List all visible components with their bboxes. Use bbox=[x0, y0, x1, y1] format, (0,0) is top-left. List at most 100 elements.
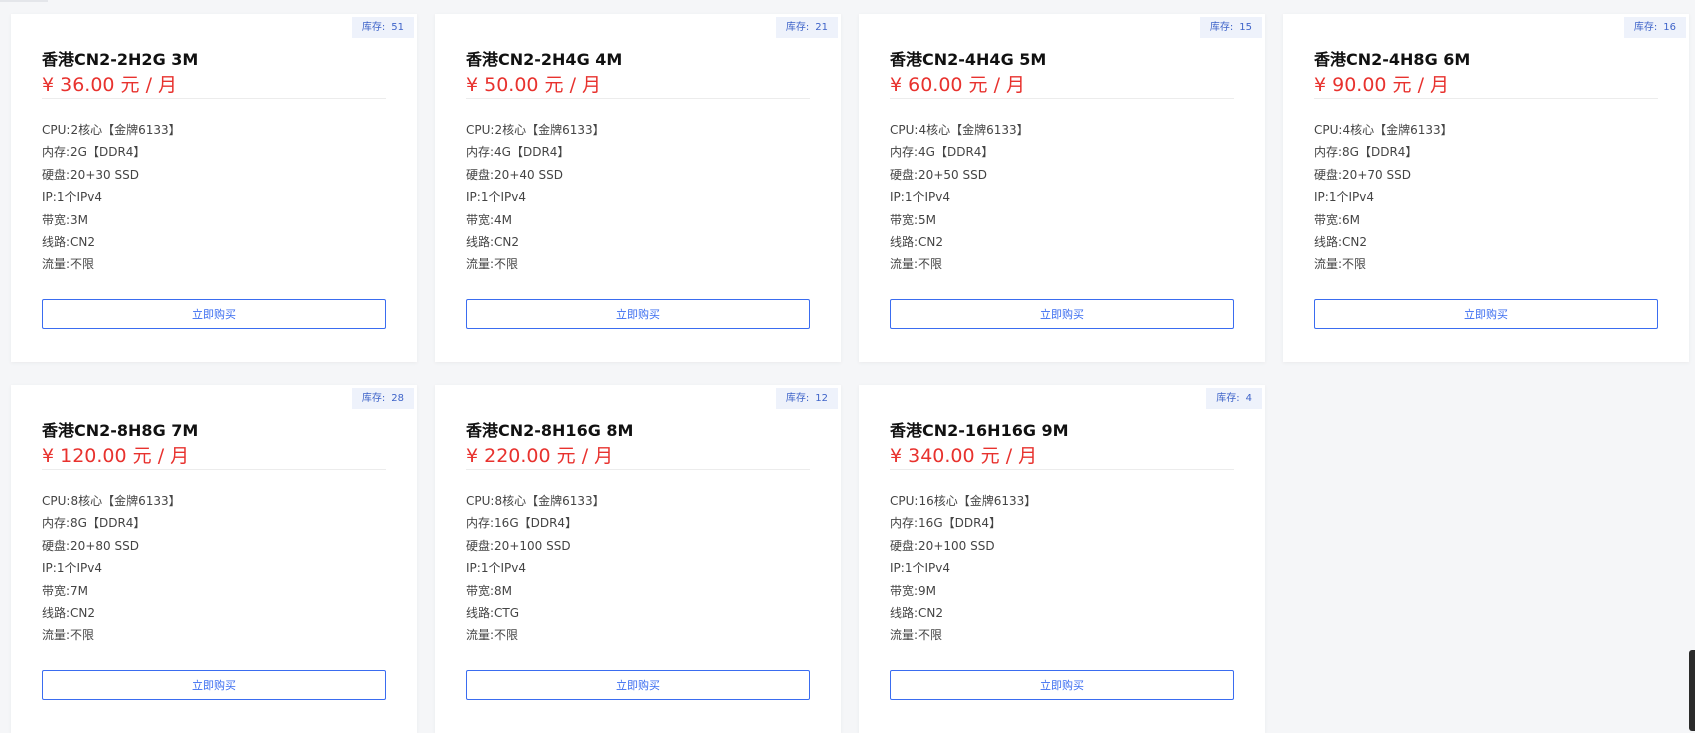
spec-label: IP: bbox=[466, 561, 481, 576]
stock-badge: 库存: 21 bbox=[775, 17, 838, 38]
spec-value: CTG bbox=[494, 605, 520, 620]
product-card: 库存: 51 香港CN2-2H2G 3M ¥ 36.00 元 / 月 CPU:2核… bbox=[11, 14, 417, 362]
spec-label: 线路: bbox=[42, 605, 71, 620]
spec-memory: 内存:4G【DDR4】 bbox=[466, 141, 605, 163]
spec-value: 20+70 SSD bbox=[1342, 167, 1411, 182]
spec-route: 线路:CN2 bbox=[466, 231, 605, 253]
buy-now-button[interactable]: 立即购买 bbox=[42, 299, 386, 329]
stock-count: 16 bbox=[1663, 22, 1676, 33]
spec-label: 带宽: bbox=[466, 212, 495, 227]
spec-value: 4G【DDR4】 bbox=[494, 145, 570, 160]
spec-ip: IP:1个IPv4 bbox=[890, 557, 1036, 579]
spec-label: IP: bbox=[890, 190, 905, 205]
spec-label: 硬盘: bbox=[42, 538, 71, 553]
buy-now-button[interactable]: 立即购买 bbox=[890, 299, 1234, 329]
buy-now-button[interactable]: 立即购买 bbox=[1314, 299, 1658, 329]
spec-label: 带宽: bbox=[466, 583, 495, 598]
spec-value: 20+40 SSD bbox=[494, 167, 563, 182]
stock-label: 库存: bbox=[361, 393, 386, 404]
spec-disk: 硬盘:20+100 SSD bbox=[466, 535, 605, 557]
product-grid: 库存: 51 香港CN2-2H2G 3M ¥ 36.00 元 / 月 CPU:2核… bbox=[11, 14, 1689, 733]
scrollbar-thumb[interactable] bbox=[1689, 650, 1695, 731]
spec-label: 硬盘: bbox=[890, 538, 919, 553]
product-card: 库存: 15 香港CN2-4H4G 5M ¥ 60.00 元 / 月 CPU:4核… bbox=[859, 14, 1265, 362]
divider bbox=[42, 98, 386, 99]
stock-label: 库存: bbox=[1633, 22, 1658, 33]
spec-memory: 内存:4G【DDR4】 bbox=[890, 141, 1029, 163]
top-tab-indicator bbox=[0, 0, 48, 2]
spec-ip: IP:1个IPv4 bbox=[466, 557, 605, 579]
spec-label: IP: bbox=[42, 561, 57, 576]
spec-list: CPU:2核心【金牌6133】 内存:2G【DDR4】 硬盘:20+30 SSD… bbox=[42, 119, 181, 276]
spec-label: 硬盘: bbox=[466, 538, 495, 553]
spec-ip: IP:1个IPv4 bbox=[1314, 186, 1453, 208]
buy-now-button[interactable]: 立即购买 bbox=[466, 299, 810, 329]
product-title: 香港CN2-8H8G 7M bbox=[42, 421, 199, 440]
spec-value: 1个IPv4 bbox=[904, 190, 950, 205]
spec-list: CPU:4核心【金牌6133】 内存:4G【DDR4】 硬盘:20+50 SSD… bbox=[890, 119, 1029, 276]
stock-count: 28 bbox=[391, 393, 404, 404]
spec-value: 不限 bbox=[1342, 257, 1367, 272]
product-price: ¥ 340.00 元 / 月 bbox=[890, 445, 1038, 467]
spec-disk: 硬盘:20+50 SSD bbox=[890, 164, 1029, 186]
product-price: ¥ 60.00 元 / 月 bbox=[890, 74, 1026, 96]
spec-route: 线路:CN2 bbox=[42, 231, 181, 253]
product-card: 库存: 28 香港CN2-8H8G 7M ¥ 120.00 元 / 月 CPU:8… bbox=[11, 385, 417, 733]
buy-now-button[interactable]: 立即购买 bbox=[42, 670, 386, 700]
spec-label: 带宽: bbox=[890, 212, 919, 227]
spec-value: 20+100 SSD bbox=[918, 538, 995, 553]
spec-label: 流量: bbox=[1314, 257, 1343, 272]
spec-value: 8M bbox=[494, 583, 513, 598]
spec-label: 带宽: bbox=[42, 583, 71, 598]
spec-cpu: CPU:2核心【金牌6133】 bbox=[466, 119, 605, 141]
product-card: 库存: 4 香港CN2-16H16G 9M ¥ 340.00 元 / 月 CPU:… bbox=[859, 385, 1265, 733]
spec-label: 内存: bbox=[42, 145, 71, 160]
spec-value: 20+30 SSD bbox=[70, 167, 139, 182]
spec-value: 1个IPv4 bbox=[480, 190, 526, 205]
product-card: 库存: 16 香港CN2-4H8G 6M ¥ 90.00 元 / 月 CPU:4核… bbox=[1283, 14, 1689, 362]
spec-label: 内存: bbox=[466, 516, 495, 531]
spec-value: 20+50 SSD bbox=[918, 167, 987, 182]
divider bbox=[890, 469, 1234, 470]
spec-label: 硬盘: bbox=[890, 167, 919, 182]
spec-value: 4核心【金牌6133】 bbox=[918, 123, 1029, 137]
spec-value: 1个IPv4 bbox=[904, 561, 950, 576]
spec-memory: 内存:16G【DDR4】 bbox=[466, 512, 605, 534]
spec-label: 流量: bbox=[890, 257, 919, 272]
stock-label: 库存: bbox=[1216, 393, 1240, 404]
spec-value: 2核心【金牌6133】 bbox=[70, 123, 181, 137]
product-title: 香港CN2-16H16G 9M bbox=[890, 421, 1069, 440]
spec-label: 线路: bbox=[42, 234, 71, 249]
buy-now-button[interactable]: 立即购买 bbox=[890, 670, 1234, 700]
spec-value: 20+80 SSD bbox=[70, 538, 139, 553]
spec-value: 1个IPv4 bbox=[480, 561, 526, 576]
product-title: 香港CN2-2H2G 3M bbox=[42, 50, 199, 69]
spec-cpu: CPU:2核心【金牌6133】 bbox=[42, 119, 181, 141]
spec-label: 线路: bbox=[890, 605, 919, 620]
spec-label: 线路: bbox=[890, 234, 919, 249]
spec-value: CN2 bbox=[918, 605, 944, 620]
spec-label: 带宽: bbox=[42, 212, 71, 227]
spec-value: CN2 bbox=[918, 234, 944, 249]
spec-memory: 内存:2G【DDR4】 bbox=[42, 141, 181, 163]
spec-bandwidth: 带宽:4M bbox=[466, 209, 605, 231]
stock-label: 库存: bbox=[785, 22, 810, 33]
spec-bandwidth: 带宽:6M bbox=[1314, 209, 1453, 231]
buy-now-button[interactable]: 立即购买 bbox=[466, 670, 810, 700]
spec-value: 6M bbox=[1342, 212, 1361, 227]
product-title: 香港CN2-2H4G 4M bbox=[466, 50, 623, 69]
spec-list: CPU:4核心【金牌6133】 内存:8G【DDR4】 硬盘:20+70 SSD… bbox=[1314, 119, 1453, 276]
spec-label: CPU: bbox=[1314, 123, 1343, 137]
spec-label: 流量: bbox=[466, 628, 495, 643]
spec-traffic: 流量:不限 bbox=[890, 253, 1029, 275]
spec-list: CPU:8核心【金牌6133】 内存:16G【DDR4】 硬盘:20+100 S… bbox=[466, 490, 605, 647]
stock-label: 库存: bbox=[361, 22, 386, 33]
product-price: ¥ 36.00 元 / 月 bbox=[42, 74, 178, 96]
spec-route: 线路:CN2 bbox=[1314, 231, 1453, 253]
spec-route: 线路:CN2 bbox=[890, 602, 1036, 624]
spec-traffic: 流量:不限 bbox=[890, 624, 1036, 646]
spec-label: 流量: bbox=[42, 257, 71, 272]
stock-count: 21 bbox=[815, 22, 828, 33]
spec-label: IP: bbox=[1314, 190, 1329, 205]
spec-value: 1个IPv4 bbox=[1328, 190, 1374, 205]
